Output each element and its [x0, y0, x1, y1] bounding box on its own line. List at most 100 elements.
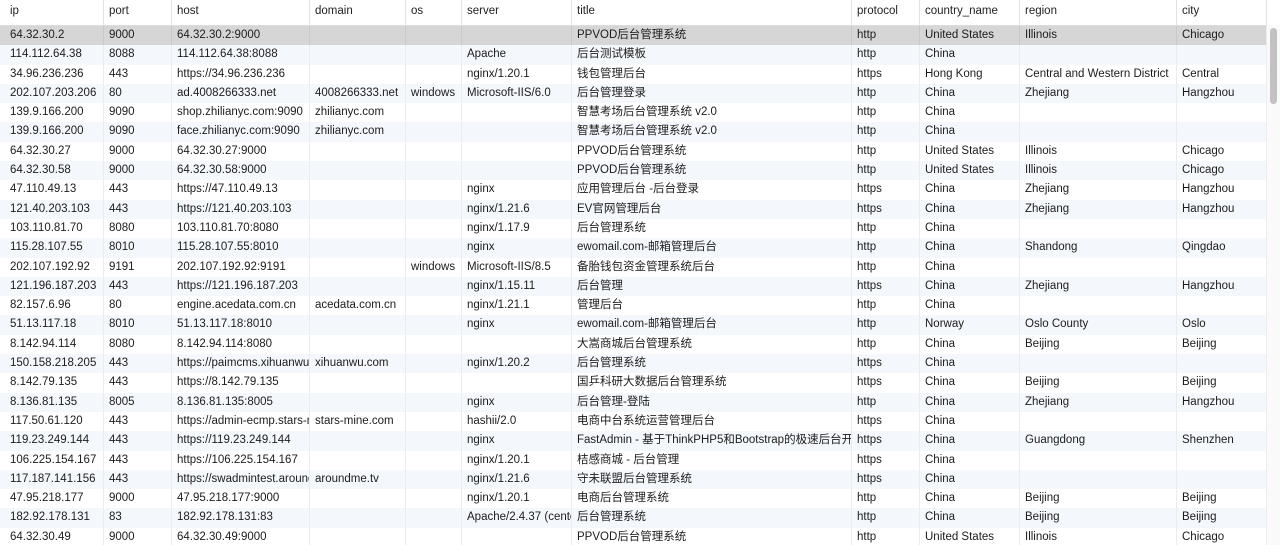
- cell-os[interactable]: [405, 508, 461, 528]
- cell-protocol[interactable]: http: [851, 508, 919, 528]
- cell-domain[interactable]: [309, 392, 405, 412]
- cell-region[interactable]: Zhejiang: [1019, 180, 1176, 200]
- cell-ip[interactable]: 82.157.6.96: [5, 296, 103, 315]
- cell-title[interactable]: 电商后台管理系统: [571, 489, 851, 509]
- cell-city[interactable]: Shenzhen: [1176, 431, 1266, 451]
- table-row[interactable]: 150.158.218.205 443 https://paimcms.xihuan…: [0, 354, 1266, 374]
- cell-ip[interactable]: 115.28.107.55: [5, 238, 103, 257]
- cell-country-name[interactable]: China: [919, 489, 1019, 509]
- cell-server[interactable]: Apache: [461, 45, 571, 65]
- cell-title[interactable]: FastAdmin - 基于ThinkPHP5和Bootstrap的极速后台开发…: [571, 431, 851, 451]
- cell-ip[interactable]: 64.32.30.2: [5, 26, 103, 45]
- cell-city[interactable]: [1176, 469, 1266, 490]
- cell-region[interactable]: Zhejiang: [1019, 392, 1176, 412]
- cell-region[interactable]: [1019, 257, 1176, 277]
- cell-port[interactable]: 443: [103, 180, 171, 200]
- cell-host[interactable]: 182.92.178.131:83: [171, 508, 309, 528]
- cell-protocol[interactable]: http: [851, 141, 919, 162]
- table-row[interactable]: 139.9.166.200 9090 face.zhilianyc.com:9090…: [0, 122, 1266, 142]
- cell-os[interactable]: [405, 296, 461, 316]
- cell-port[interactable]: 9090: [103, 103, 171, 123]
- cell-city[interactable]: [1176, 257, 1266, 277]
- cell-region[interactable]: [1019, 469, 1176, 490]
- cell-country-name[interactable]: China: [919, 103, 1019, 123]
- table-row[interactable]: 114.112.64.38 8088 114.112.64.38:8088 Apach…: [0, 45, 1266, 65]
- cell-host[interactable]: https://121.40.203.103: [171, 199, 309, 219]
- cell-domain[interactable]: [309, 373, 405, 393]
- column-header-host[interactable]: host: [171, 0, 309, 25]
- cell-country-name[interactable]: China: [919, 508, 1019, 528]
- cell-protocol[interactable]: https: [851, 431, 919, 451]
- cell-ip[interactable]: 202.107.192.92: [5, 258, 103, 277]
- cell-title[interactable]: 后台管理系统: [571, 508, 851, 528]
- cell-host[interactable]: engine.acedata.com.cn: [171, 296, 309, 316]
- cell-server[interactable]: nginx: [461, 392, 571, 412]
- cell-ip[interactable]: 34.96.236.236: [5, 65, 103, 84]
- cell-city[interactable]: Beijing: [1176, 373, 1266, 393]
- cell-city[interactable]: Beijing: [1176, 508, 1266, 528]
- cell-ip[interactable]: 121.196.187.203: [5, 277, 103, 296]
- cell-protocol[interactable]: http: [851, 489, 919, 509]
- cell-city[interactable]: Beijing: [1176, 489, 1266, 509]
- cell-domain[interactable]: zhilianyc.com: [309, 122, 405, 142]
- cell-server[interactable]: nginx/1.21.1: [461, 296, 571, 316]
- cell-host[interactable]: https://119.23.249.144: [171, 431, 309, 451]
- cell-ip[interactable]: 8.136.81.135: [5, 393, 103, 412]
- cell-port[interactable]: 443: [103, 411, 171, 432]
- cell-os[interactable]: [405, 122, 461, 142]
- table-row[interactable]: 106.225.154.167 443 https://106.225.154.16…: [0, 450, 1266, 470]
- cell-server[interactable]: [461, 141, 571, 162]
- cell-server[interactable]: Microsoft-IIS/8.5: [461, 257, 571, 277]
- cell-protocol[interactable]: http: [851, 527, 919, 545]
- table-row[interactable]: 8.136.81.135 8005 8.136.81.135:8005 nginx 后台…: [0, 392, 1266, 412]
- cell-region[interactable]: Zhejiang: [1019, 83, 1176, 104]
- cell-title[interactable]: 后台管理: [571, 276, 851, 297]
- cell-domain[interactable]: acedata.com.cn: [309, 296, 405, 316]
- cell-ip[interactable]: 117.50.61.120: [5, 412, 103, 431]
- cell-region[interactable]: [1019, 450, 1176, 470]
- cell-title[interactable]: PPVOD后台管理系统: [571, 161, 851, 181]
- table-row[interactable]: 139.9.166.200 9090 shop.zhilianyc.com:9090…: [0, 103, 1266, 123]
- cell-host[interactable]: https://121.196.187.203: [171, 276, 309, 297]
- cell-region[interactable]: Illinois: [1019, 527, 1176, 545]
- cell-port[interactable]: 9000: [103, 161, 171, 181]
- cell-city[interactable]: Hangzhou: [1176, 83, 1266, 104]
- cell-title[interactable]: 电商中台系统运营管理后台: [571, 411, 851, 432]
- cell-ip[interactable]: 150.158.218.205: [5, 354, 103, 373]
- cell-city[interactable]: Hangzhou: [1176, 276, 1266, 297]
- cell-ip[interactable]: 51.13.117.18: [5, 315, 103, 334]
- cell-city[interactable]: Oslo: [1176, 315, 1266, 335]
- cell-os[interactable]: windows: [405, 257, 461, 277]
- cell-server[interactable]: [461, 373, 571, 393]
- cell-os[interactable]: [405, 141, 461, 162]
- cell-domain[interactable]: [309, 257, 405, 277]
- table-row[interactable]: 64.32.30.27 9000 64.32.30.27:9000 PPVOD后台管理…: [0, 141, 1266, 162]
- cell-domain[interactable]: xihuanwu.com: [309, 354, 405, 374]
- cell-protocol[interactable]: http: [851, 392, 919, 412]
- cell-city[interactable]: Chicago: [1176, 26, 1266, 46]
- cell-city[interactable]: [1176, 450, 1266, 470]
- cell-host[interactable]: https://47.110.49.13: [171, 180, 309, 200]
- cell-server[interactable]: hashii/2.0: [461, 411, 571, 432]
- cell-city[interactable]: Chicago: [1176, 141, 1266, 162]
- cell-protocol[interactable]: http: [851, 238, 919, 258]
- cell-host[interactable]: https://8.142.79.135: [171, 373, 309, 393]
- cell-port[interactable]: 80: [103, 296, 171, 316]
- cell-port[interactable]: 80: [103, 83, 171, 104]
- cell-os[interactable]: [405, 392, 461, 412]
- cell-city[interactable]: Qingdao: [1176, 238, 1266, 258]
- cell-region[interactable]: Shandong: [1019, 238, 1176, 258]
- cell-domain[interactable]: [309, 161, 405, 181]
- cell-ip[interactable]: 139.9.166.200: [5, 103, 103, 122]
- cell-title[interactable]: 智慧考场后台管理系统 v2.0: [571, 103, 851, 123]
- cell-server[interactable]: [461, 26, 571, 46]
- cell-title[interactable]: 钱包管理后台: [571, 64, 851, 84]
- cell-os[interactable]: [405, 276, 461, 297]
- cell-protocol[interactable]: https: [851, 180, 919, 200]
- cell-port[interactable]: 8088: [103, 45, 171, 65]
- cell-domain[interactable]: aroundme.tv: [309, 469, 405, 490]
- cell-country-name[interactable]: China: [919, 354, 1019, 374]
- cell-protocol[interactable]: http: [851, 26, 919, 46]
- cell-host[interactable]: ad.4008266333.net: [171, 83, 309, 104]
- cell-protocol[interactable]: http: [851, 334, 919, 355]
